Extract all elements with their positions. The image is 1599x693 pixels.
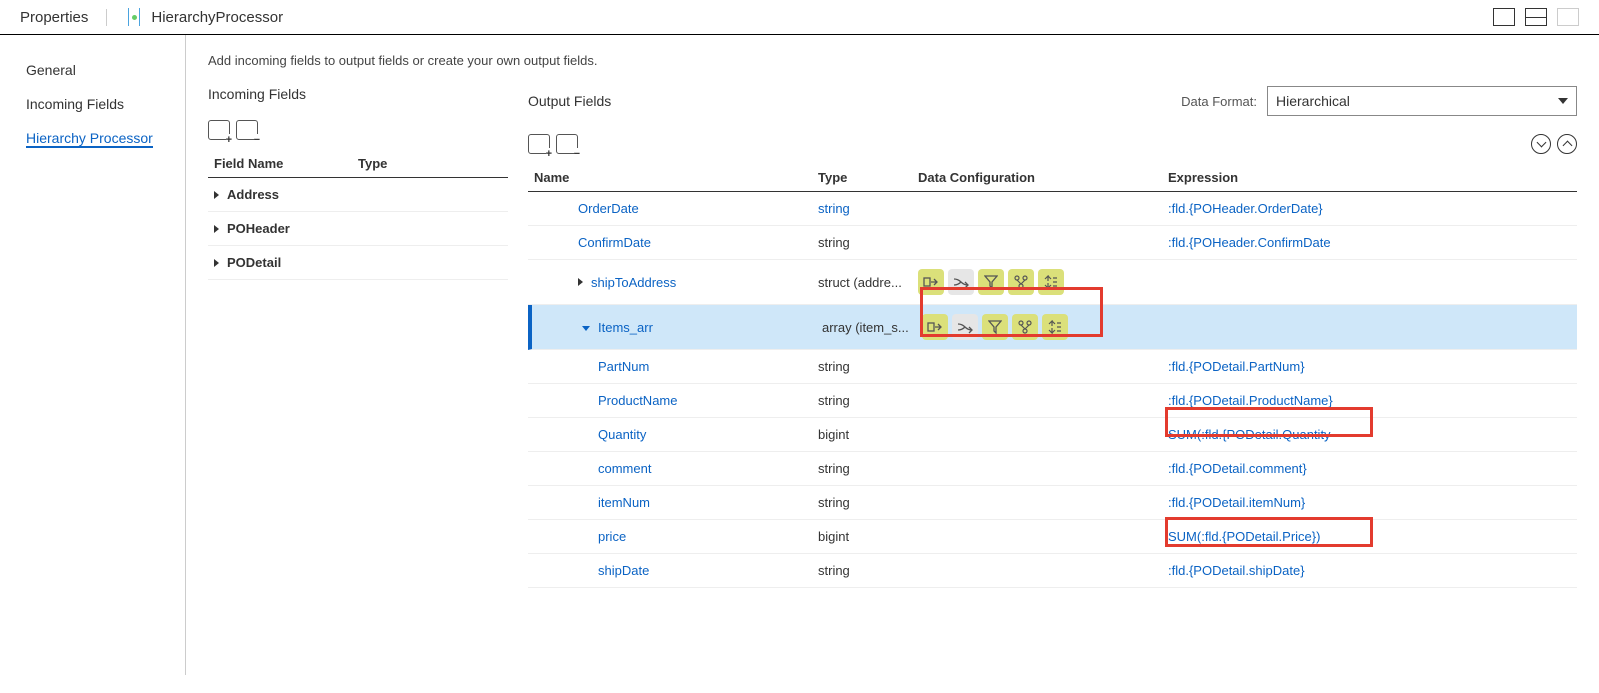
tab-incoming-fields[interactable]: Incoming Fields bbox=[26, 87, 185, 121]
dropdown-icon bbox=[1558, 98, 1568, 104]
expression-link[interactable]: :fld.{POHeader.ConfirmDate bbox=[1168, 235, 1331, 250]
field-name-link[interactable]: Items_arr bbox=[598, 320, 653, 335]
expand-circle-icon[interactable] bbox=[1531, 134, 1551, 154]
add-output-icon[interactable] bbox=[922, 314, 948, 340]
field-type: bigint bbox=[818, 427, 918, 442]
hierarchy-icon bbox=[125, 8, 143, 26]
incoming-field-row[interactable]: PODetail bbox=[208, 246, 508, 280]
col-name: Name bbox=[528, 170, 818, 185]
col-data-config: Data Configuration bbox=[918, 170, 1168, 185]
incoming-fields-title: Incoming Fields bbox=[208, 86, 508, 102]
field-name: PODetail bbox=[227, 255, 281, 270]
field-type: string bbox=[818, 393, 918, 408]
layout-split-icon[interactable] bbox=[1525, 8, 1547, 26]
expression-link[interactable]: :fld.{POHeader.OrderDate} bbox=[1168, 201, 1323, 216]
incoming-field-row[interactable]: Address bbox=[208, 178, 508, 212]
field-type: array (item_s... bbox=[822, 320, 922, 335]
output-field-row[interactable]: shipToAddress struct (addre... bbox=[528, 260, 1577, 305]
field-type: string bbox=[818, 359, 918, 374]
processor-label: HierarchyProcessor bbox=[125, 8, 283, 26]
field-name-link[interactable]: shipToAddress bbox=[591, 275, 676, 290]
field-type: struct (addre... bbox=[818, 275, 918, 290]
order-by-icon[interactable] bbox=[1038, 269, 1064, 295]
field-name-link[interactable]: Quantity bbox=[598, 427, 646, 442]
field-name: POHeader bbox=[227, 221, 290, 236]
output-field-row[interactable]: Items_arr array (item_s... bbox=[528, 305, 1577, 350]
field-name-link[interactable]: ProductName bbox=[598, 393, 677, 408]
output-field-row[interactable]: Quantity bigint SUM(:fld.{PODetail.Quant… bbox=[528, 418, 1577, 452]
expression-link[interactable]: :fld.{PODetail.comment} bbox=[1168, 461, 1307, 476]
tab-hierarchy-processor[interactable]: Hierarchy Processor bbox=[26, 130, 153, 148]
collapse-caret-icon[interactable] bbox=[582, 326, 590, 331]
group-by-icon[interactable] bbox=[1012, 314, 1038, 340]
add-output-icon[interactable] bbox=[918, 269, 944, 295]
field-name-link[interactable]: ConfirmDate bbox=[578, 235, 651, 250]
expand-caret-icon[interactable] bbox=[214, 259, 219, 267]
expression-link[interactable]: :fld.{PODetail.itemNum} bbox=[1168, 495, 1305, 510]
expand-all-out-icon[interactable] bbox=[528, 134, 550, 154]
field-name-link[interactable]: OrderDate bbox=[578, 201, 639, 216]
col-type: Type bbox=[358, 156, 508, 171]
field-name-link[interactable]: itemNum bbox=[598, 495, 650, 510]
field-name: Address bbox=[227, 187, 279, 202]
expression-link[interactable]: :fld.{PODetail.ProductName} bbox=[1168, 393, 1333, 408]
expand-caret-icon[interactable] bbox=[578, 278, 583, 286]
join-icon[interactable] bbox=[948, 269, 974, 295]
col-out-type: Type bbox=[818, 170, 918, 185]
collapse-all-out-icon[interactable] bbox=[556, 134, 578, 154]
incoming-field-row[interactable]: POHeader bbox=[208, 212, 508, 246]
data-format-label: Data Format: bbox=[1181, 94, 1257, 109]
field-type: string bbox=[818, 235, 918, 250]
collapse-all-icon[interactable] bbox=[236, 120, 258, 140]
field-name-link[interactable]: comment bbox=[598, 461, 651, 476]
expand-caret-icon[interactable] bbox=[214, 225, 219, 233]
processor-name: HierarchyProcessor bbox=[151, 9, 283, 26]
field-type: string bbox=[818, 563, 918, 578]
filter-icon[interactable] bbox=[982, 314, 1008, 340]
col-field-name: Field Name bbox=[208, 156, 358, 171]
output-field-row[interactable]: comment string :fld.{PODetail.comment} bbox=[528, 452, 1577, 486]
data-format-select[interactable]: Hierarchical bbox=[1267, 86, 1577, 116]
field-type: string bbox=[818, 201, 918, 216]
intro-text: Add incoming fields to output fields or … bbox=[208, 53, 1577, 68]
panel-title: Properties bbox=[20, 9, 107, 26]
expression-link[interactable]: SUM(:fld.{PODetail.Quantity bbox=[1168, 427, 1331, 442]
order-by-icon[interactable] bbox=[1042, 314, 1068, 340]
field-type: string bbox=[818, 495, 918, 510]
join-icon[interactable] bbox=[952, 314, 978, 340]
group-by-icon[interactable] bbox=[1008, 269, 1034, 295]
output-field-row[interactable]: OrderDate string :fld.{POHeader.OrderDat… bbox=[528, 192, 1577, 226]
expression-link[interactable]: SUM(:fld.{PODetail.Price}) bbox=[1168, 529, 1320, 544]
output-field-row[interactable]: price bigint SUM(:fld.{PODetail.Price}) bbox=[528, 520, 1577, 554]
col-expression: Expression bbox=[1168, 170, 1577, 185]
output-field-row[interactable]: itemNum string :fld.{PODetail.itemNum} bbox=[528, 486, 1577, 520]
output-fields-title: Output Fields bbox=[528, 93, 1181, 109]
expand-caret-icon[interactable] bbox=[214, 191, 219, 199]
output-field-row[interactable]: PartNum string :fld.{PODetail.PartNum} bbox=[528, 350, 1577, 384]
field-type: string bbox=[818, 461, 918, 476]
collapse-circle-icon[interactable] bbox=[1557, 134, 1577, 154]
field-type: bigint bbox=[818, 529, 918, 544]
data-format-value: Hierarchical bbox=[1276, 93, 1350, 109]
layout-blank-icon[interactable] bbox=[1557, 8, 1579, 26]
output-field-row[interactable]: ConfirmDate string :fld.{POHeader.Confir… bbox=[528, 226, 1577, 260]
output-field-row[interactable]: shipDate string :fld.{PODetail.shipDate} bbox=[528, 554, 1577, 588]
field-name-link[interactable]: price bbox=[598, 529, 626, 544]
expression-link[interactable]: :fld.{PODetail.shipDate} bbox=[1168, 563, 1305, 578]
field-name-link[interactable]: shipDate bbox=[598, 563, 649, 578]
layout-single-icon[interactable] bbox=[1493, 8, 1515, 26]
output-field-row[interactable]: ProductName string :fld.{PODetail.Produc… bbox=[528, 384, 1577, 418]
tab-general[interactable]: General bbox=[26, 53, 185, 87]
expression-link[interactable]: :fld.{PODetail.PartNum} bbox=[1168, 359, 1305, 374]
filter-icon[interactable] bbox=[978, 269, 1004, 295]
expand-all-icon[interactable] bbox=[208, 120, 230, 140]
field-name-link[interactable]: PartNum bbox=[598, 359, 649, 374]
